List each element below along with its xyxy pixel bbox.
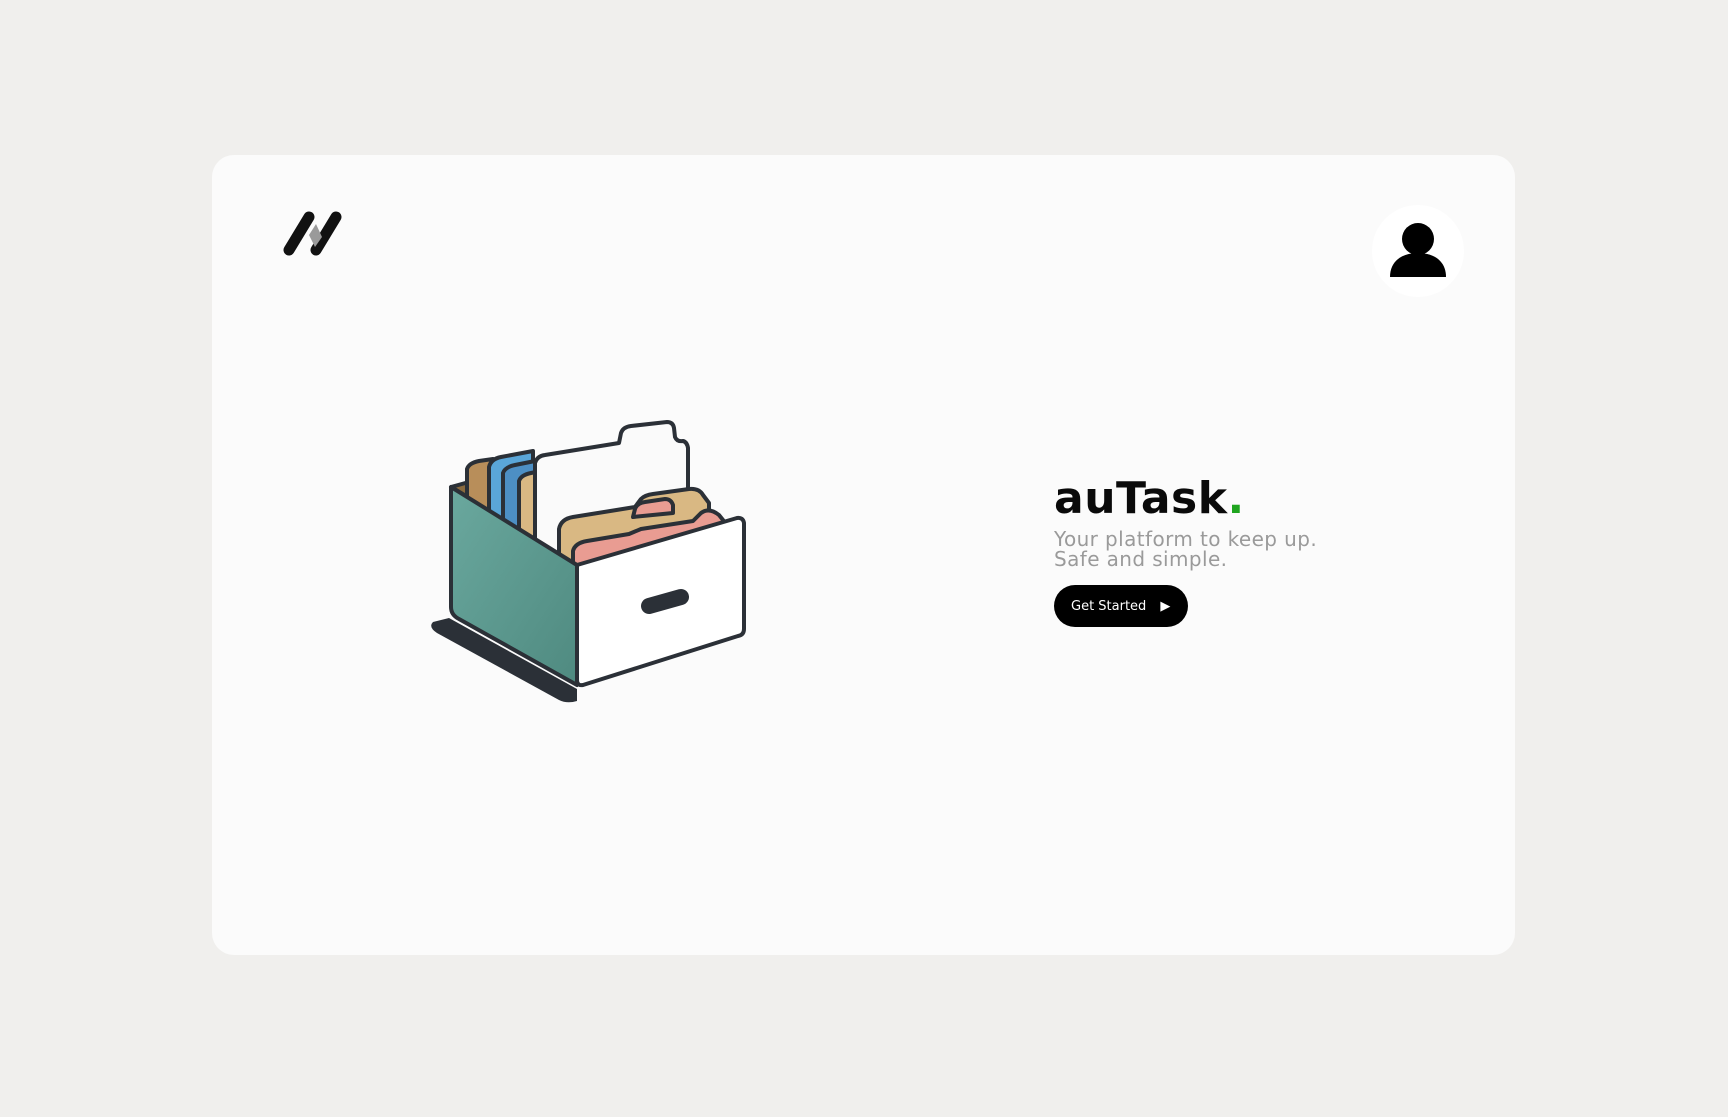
- get-started-label: Get Started: [1071, 598, 1147, 614]
- file-box-icon: [431, 420, 746, 703]
- play-icon: ▶: [1160, 598, 1171, 614]
- title-accent-dot: .: [1227, 473, 1245, 524]
- tagline-line-1: Your platform to keep up.: [1054, 527, 1318, 551]
- user-avatar-button[interactable]: [1372, 205, 1464, 297]
- tagline-line-2: Safe and simple.: [1054, 547, 1228, 571]
- file-box-illustration: [427, 417, 787, 707]
- tagline: Your platform to keep up. Safe and simpl…: [1054, 529, 1474, 569]
- user-avatar-icon: [1390, 223, 1446, 277]
- hero-section: auTask. Your platform to keep up. Safe a…: [1054, 473, 1474, 627]
- app-title: auTask.: [1054, 473, 1474, 525]
- app-title-text: auTask: [1054, 473, 1228, 524]
- main-card: auTask. Your platform to keep up. Safe a…: [212, 155, 1515, 955]
- get-started-button[interactable]: Get Started ▶: [1054, 585, 1189, 627]
- brand-logo-icon[interactable]: [280, 207, 352, 259]
